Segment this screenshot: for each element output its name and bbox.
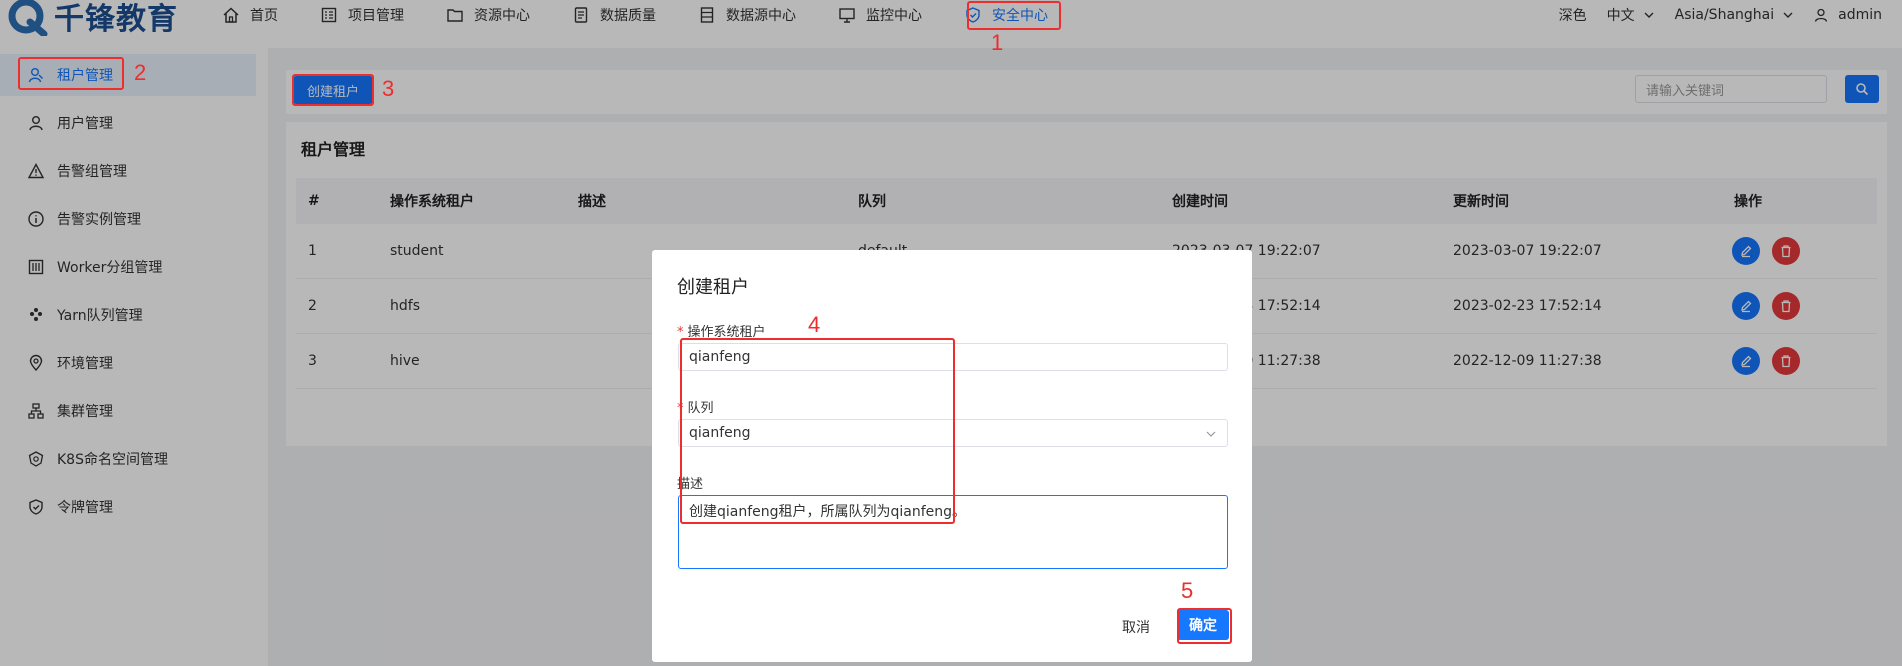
annotation-number: 3 bbox=[382, 76, 395, 101]
annotation-number: 2 bbox=[134, 60, 147, 85]
annotation-number: 5 bbox=[1181, 578, 1194, 603]
cancel-button[interactable]: 取消 bbox=[1122, 617, 1150, 637]
modal-title: 创建租户 bbox=[677, 277, 749, 298]
annotation-box bbox=[292, 74, 374, 106]
annotation-number: 1 bbox=[991, 30, 1004, 55]
annotation-box bbox=[967, 1, 1061, 30]
annotation-box bbox=[1177, 608, 1232, 644]
chevron-down-icon bbox=[1206, 431, 1216, 437]
annotation-box bbox=[680, 338, 955, 524]
annotation-number: 4 bbox=[808, 312, 821, 337]
annotation-box bbox=[18, 57, 124, 90]
